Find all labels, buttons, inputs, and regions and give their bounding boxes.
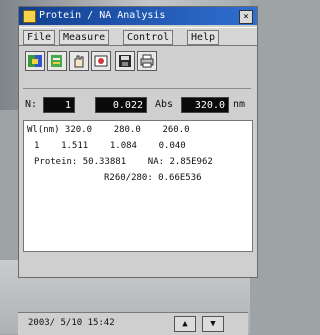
print-preview-icon — [94, 55, 108, 67]
protein-line: Protein: 50.33881 NA: 2.85E962 — [34, 157, 213, 167]
results-row: 1 1.511 1.084 0.040 — [34, 141, 186, 151]
menu-measure[interactable]: Measure — [59, 30, 110, 45]
menu-control[interactable]: Control — [123, 30, 174, 45]
toolbar — [19, 47, 257, 77]
wavelength-unit: nm — [233, 99, 246, 110]
printer-icon — [140, 54, 154, 68]
results-header: Wl(nm) 320.0 280.0 260.0 — [27, 125, 190, 135]
close-button[interactable]: × — [239, 10, 253, 24]
measure-icon — [28, 55, 42, 67]
measurement-fields: N: 1 0.022 Abs 320.0 nm — [23, 97, 255, 115]
title-bar[interactable]: Protein / NA Analysis × — [19, 7, 257, 25]
hand-button[interactable] — [69, 51, 89, 71]
menu-file[interactable]: File — [23, 30, 56, 45]
menu-bar: File Measure Control Help — [19, 27, 257, 46]
datetime: 2003/ 5/10 15:42 — [28, 318, 115, 328]
blank-button[interactable] — [47, 51, 67, 71]
status-bar: 2003/ 5/10 15:42 ▲ ▼ — [18, 312, 248, 335]
scroll-up-button[interactable]: ▲ — [174, 316, 196, 332]
n-value: 1 — [43, 97, 75, 113]
printer-button[interactable] — [137, 51, 157, 71]
abs-value: 0.022 — [95, 97, 147, 113]
measure-button[interactable] — [25, 51, 45, 71]
hand-icon — [74, 55, 84, 68]
wavelength-value: 320.0 — [181, 97, 229, 113]
app-window: Protein / NA Analysis × File Measure Con… — [18, 6, 258, 278]
app-icon — [23, 10, 36, 23]
ratio-line: R260/280: 0.66E536 — [104, 173, 202, 183]
menu-help[interactable]: Help — [187, 30, 220, 45]
scroll-down-button[interactable]: ▼ — [202, 316, 224, 332]
print-preview-button[interactable] — [91, 51, 111, 71]
results-panel: Wl(nm) 320.0 280.0 260.0 1 1.511 1.084 0… — [23, 120, 253, 252]
save-icon — [119, 55, 131, 67]
save-button[interactable] — [115, 51, 135, 71]
abs-label: Abs — [155, 99, 174, 110]
n-label: N: — [25, 99, 38, 110]
separator — [23, 88, 251, 89]
blank-icon — [51, 55, 62, 67]
window-title: Protein / NA Analysis — [39, 10, 166, 21]
